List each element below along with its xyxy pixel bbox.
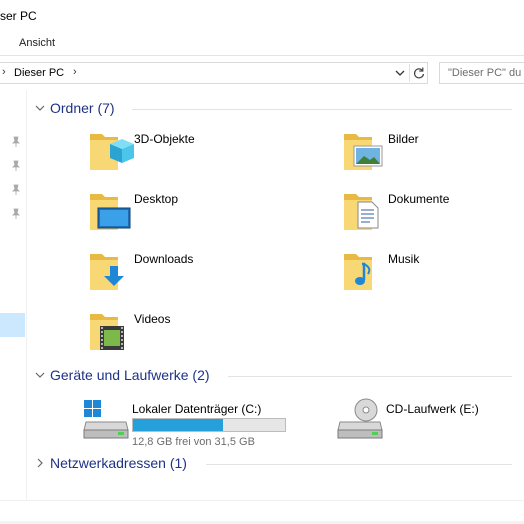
- drive-usage-fill: [133, 419, 224, 431]
- drive-name: Lokaler Datenträger (C:): [132, 402, 262, 416]
- refresh-icon[interactable]: [409, 64, 427, 82]
- group-title: Ordner (7): [50, 100, 115, 116]
- 3d-objects-folder-icon: [88, 126, 134, 174]
- group-title: Geräte und Laufwerke (2): [50, 367, 210, 383]
- drive-name: CD-Laufwerk (E:): [386, 402, 479, 416]
- pin-icon[interactable]: [10, 208, 22, 220]
- cd-drive-icon: [336, 396, 384, 444]
- chevron-right-icon[interactable]: ›: [2, 66, 6, 78]
- group-divider: [132, 109, 512, 110]
- folder-item[interactable]: Bilder: [342, 126, 524, 182]
- music-folder-icon: [342, 246, 388, 294]
- drive-free-space: 12,8 GB frei von 31,5 GB: [132, 436, 255, 448]
- folder-item[interactable]: Videos: [88, 306, 308, 362]
- group-divider: [228, 376, 512, 377]
- group-header-devices[interactable]: Geräte und Laufwerke (2): [34, 366, 514, 386]
- window-title: ser PC: [0, 9, 37, 23]
- chevron-down-icon[interactable]: [34, 369, 46, 381]
- documents-folder-icon: [342, 186, 388, 234]
- desktop-folder-icon: [88, 186, 134, 234]
- address-bar[interactable]: › Dieser PC ›: [0, 62, 428, 84]
- pin-icon[interactable]: [10, 184, 22, 196]
- pin-icon[interactable]: [10, 160, 22, 172]
- ribbon: Ansicht: [0, 30, 524, 56]
- folder-label: Downloads: [134, 252, 194, 266]
- folder-item[interactable]: Musik: [342, 246, 524, 302]
- search-placeholder: "Dieser PC" du: [448, 67, 522, 79]
- group-header-folders[interactable]: Ordner (7): [34, 99, 514, 119]
- title-bar: ser PC: [0, 0, 524, 30]
- folder-label: 3D-Objekte: [134, 132, 195, 146]
- group-title: Netzwerkadressen (1): [50, 455, 187, 471]
- nav-item-selected[interactable]: [0, 313, 25, 337]
- folder-label: Desktop: [134, 192, 179, 206]
- folder-item[interactable]: 3D-Objekte: [88, 126, 308, 182]
- folder-item[interactable]: Dokumente: [342, 186, 524, 242]
- group-divider: [206, 464, 512, 465]
- videos-folder-icon: [88, 306, 134, 354]
- content-area: Ordner (7) 3D-Objekte Bilder Desktop Dok…: [28, 90, 524, 500]
- folder-item[interactable]: Desktop: [88, 186, 308, 242]
- address-row: › Dieser PC › "Dieser PC" du: [0, 56, 524, 90]
- navigation-pane: [0, 90, 27, 500]
- pictures-folder-icon: [342, 126, 388, 174]
- breadcrumb-dieser-pc[interactable]: Dieser PC: [14, 67, 64, 79]
- search-input[interactable]: "Dieser PC" du: [439, 62, 524, 84]
- folder-label: Musik: [388, 252, 420, 266]
- group-header-network[interactable]: Netzwerkadressen (1): [34, 454, 514, 474]
- folder-label: Bilder: [388, 132, 419, 146]
- pin-icon[interactable]: [10, 136, 22, 148]
- tab-view[interactable]: Ansicht: [19, 37, 55, 49]
- folder-label: Videos: [134, 312, 171, 326]
- local-disk-icon: [82, 396, 130, 444]
- chevron-right-icon[interactable]: [34, 457, 46, 469]
- chevron-right-icon[interactable]: ›: [73, 66, 77, 78]
- drive-item[interactable]: Lokaler Datenträger (C:) 12,8 GB frei vo…: [82, 396, 302, 452]
- downloads-folder-icon: [88, 246, 134, 294]
- chevron-down-icon[interactable]: [393, 65, 407, 81]
- folder-label: Dokumente: [388, 192, 450, 206]
- drive-usage-bar: [132, 418, 286, 432]
- drive-item[interactable]: CD-Laufwerk (E:): [336, 396, 516, 452]
- chevron-down-icon[interactable]: [34, 102, 46, 114]
- folder-item[interactable]: Downloads: [88, 246, 308, 302]
